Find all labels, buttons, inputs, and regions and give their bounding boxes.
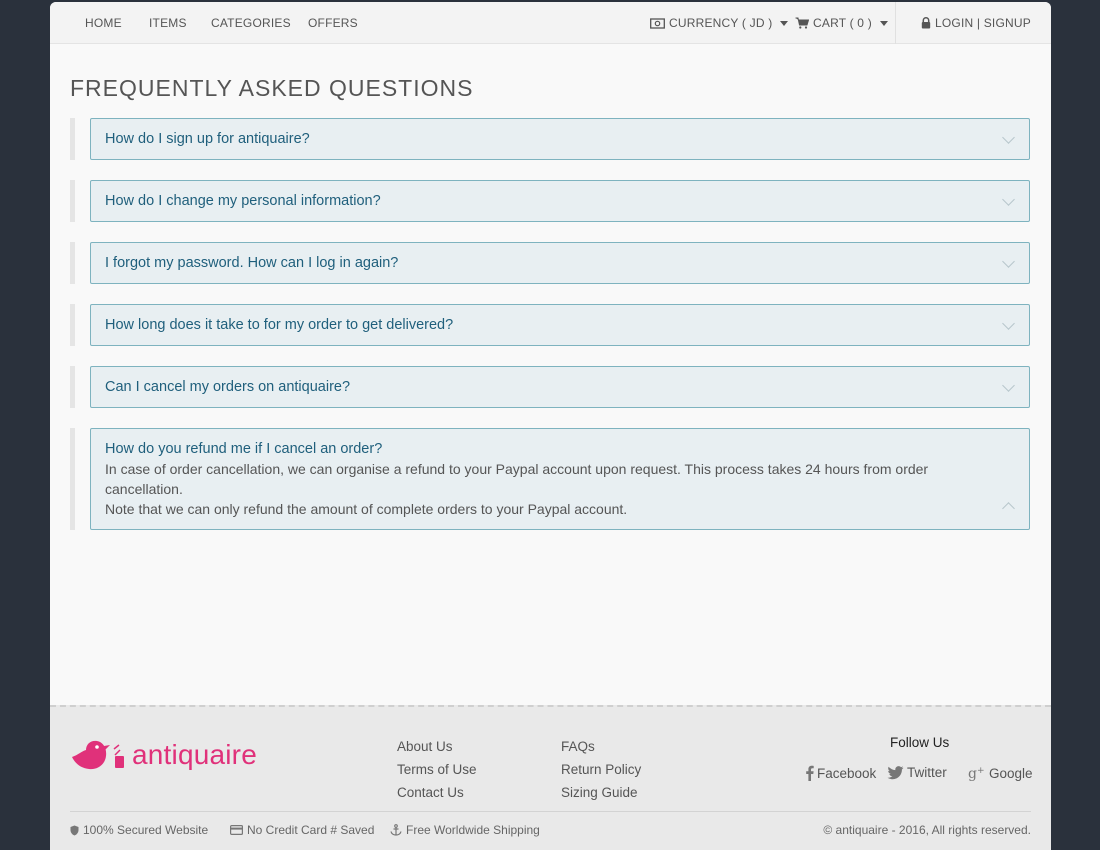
faq-item: I forgot my password. How can I log in a… [70, 242, 1030, 284]
faq-question-toggle[interactable]: Can I cancel my orders on antiquaire? [90, 366, 1030, 408]
facebook-link[interactable]: Facebook [805, 765, 876, 781]
shield-icon [70, 825, 79, 835]
faq-question-toggle[interactable]: How do you refund me if I cancel an orde… [90, 428, 1030, 530]
page-container: HOME ITEMS CATEGORIES OFFERS CURRENCY ( … [50, 2, 1051, 850]
faq-item-bar [70, 304, 75, 346]
google-label: Google [989, 765, 1033, 781]
credit-card-icon [230, 825, 243, 835]
top-nav: HOME ITEMS CATEGORIES OFFERS CURRENCY ( … [50, 2, 1051, 44]
faq-item-bar [70, 118, 75, 160]
footer-link-faqs[interactable]: FAQs [561, 735, 641, 758]
twitter-icon [887, 765, 904, 779]
chevron-down-icon [1002, 317, 1015, 330]
footer-divider [70, 811, 1031, 812]
nav-items-label: ITEMS [149, 16, 187, 30]
cart-icon [795, 17, 809, 29]
follow-us-heading: Follow Us [890, 735, 950, 750]
no-card-badge: No Credit Card # Saved [230, 823, 374, 837]
anchor-icon [390, 824, 402, 836]
facebook-label: Facebook [817, 765, 877, 781]
nav-divider [895, 2, 896, 44]
brand-logo[interactable]: antiquaire [70, 737, 257, 773]
faq-answer-line: In case of order cancellation, we can or… [105, 461, 929, 497]
faq-question: Can I cancel my orders on antiquaire? [105, 379, 351, 395]
nav-categories-label: CATEGORIES [211, 16, 291, 30]
cart-dropdown[interactable]: CART ( 0 ) [795, 2, 888, 44]
caret-down-icon [780, 20, 789, 26]
faq-item: Can I cancel my orders on antiquaire? [70, 366, 1030, 408]
faq-item-bar [70, 180, 75, 222]
currency-label: CURRENCY ( JD ) [669, 16, 773, 30]
footer-link-return-policy[interactable]: Return Policy [561, 758, 641, 781]
faq-answer-line: Note that we can only refund the amount … [105, 501, 628, 517]
faq-question: I forgot my password. How can I log in a… [105, 255, 399, 271]
nav-items[interactable]: ITEMS [149, 2, 187, 44]
bird-logo-icon [72, 740, 124, 770]
shipping-badge: Free Worldwide Shipping [390, 823, 540, 837]
facebook-icon [806, 765, 814, 781]
faq-item-bar [70, 366, 75, 408]
lock-icon [921, 17, 931, 29]
chevron-down-icon [1002, 379, 1015, 392]
faq-question-toggle[interactable]: How do I change my personal information? [90, 180, 1030, 222]
caret-down-icon [879, 20, 888, 26]
chevron-down-icon [1002, 193, 1015, 206]
twitter-link[interactable]: Twitter [887, 765, 947, 780]
currency-dropdown[interactable]: CURRENCY ( JD ) [650, 2, 789, 44]
no-card-badge-label: No Credit Card # Saved [247, 823, 375, 837]
footer-link-sizing-guide[interactable]: Sizing Guide [561, 781, 641, 804]
faq-question-toggle[interactable]: How do I sign up for antiquaire? [90, 118, 1030, 160]
faq-list: How do I sign up for antiquaire? How do … [70, 118, 1030, 550]
faq-item: How long does it take to for my order to… [70, 304, 1030, 346]
copyright: © antiquaire - 2016, All rights reserved… [823, 823, 1031, 837]
footer: antiquaire About Us Terms of Use Contact… [50, 705, 1051, 850]
faq-item-bar [70, 242, 75, 284]
footer-links-col2: FAQs Return Policy Sizing Guide [561, 735, 641, 804]
faq-item-bar [70, 428, 75, 530]
faq-question-toggle[interactable]: How long does it take to for my order to… [90, 304, 1030, 346]
chevron-up-icon [1002, 502, 1015, 515]
google-plus-icon: g + [968, 766, 985, 781]
faq-item: How do I sign up for antiquaire? [70, 118, 1030, 160]
footer-link-terms[interactable]: Terms of Use [397, 758, 477, 781]
nav-offers[interactable]: OFFERS [308, 2, 358, 44]
faq-item-expanded: How do you refund me if I cancel an orde… [70, 428, 1030, 530]
footer-link-about[interactable]: About Us [397, 735, 477, 758]
shipping-badge-label: Free Worldwide Shipping [406, 823, 540, 837]
faq-question: How do I sign up for antiquaire? [105, 131, 310, 147]
faq-question-toggle[interactable]: I forgot my password. How can I log in a… [90, 242, 1030, 284]
faq-question: How do I change my personal information? [105, 193, 381, 209]
secure-badge: 100% Secured Website [70, 823, 208, 837]
svg-text:g: g [968, 766, 977, 781]
brand-name: antiquaire [132, 739, 257, 770]
nav-offers-label: OFFERS [308, 16, 358, 30]
footer-link-contact[interactable]: Contact Us [397, 781, 477, 804]
login-signup-link[interactable]: LOGIN | SIGNUP [921, 2, 1031, 44]
faq-item: How do I change my personal information? [70, 180, 1030, 222]
secure-badge-label: 100% Secured Website [83, 823, 209, 837]
login-label: LOGIN | SIGNUP [935, 16, 1031, 30]
chevron-down-icon [1002, 255, 1015, 268]
nav-home[interactable]: HOME [85, 2, 122, 44]
nav-categories[interactable]: CATEGORIES [211, 2, 291, 44]
twitter-label: Twitter [907, 765, 947, 780]
page-title: FREQUENTLY ASKED QUESTIONS [70, 75, 474, 101]
faq-question: How long does it take to for my order to… [105, 317, 454, 333]
chevron-down-icon [1002, 131, 1015, 144]
cart-label: CART ( 0 ) [813, 16, 872, 30]
currency-icon [650, 17, 665, 29]
nav-home-label: HOME [85, 16, 122, 30]
faq-question: How do you refund me if I cancel an orde… [105, 441, 383, 457]
google-link[interactable]: g + Google [968, 765, 1033, 782]
footer-links-col1: About Us Terms of Use Contact Us [397, 735, 477, 804]
svg-text:+: + [977, 766, 985, 776]
